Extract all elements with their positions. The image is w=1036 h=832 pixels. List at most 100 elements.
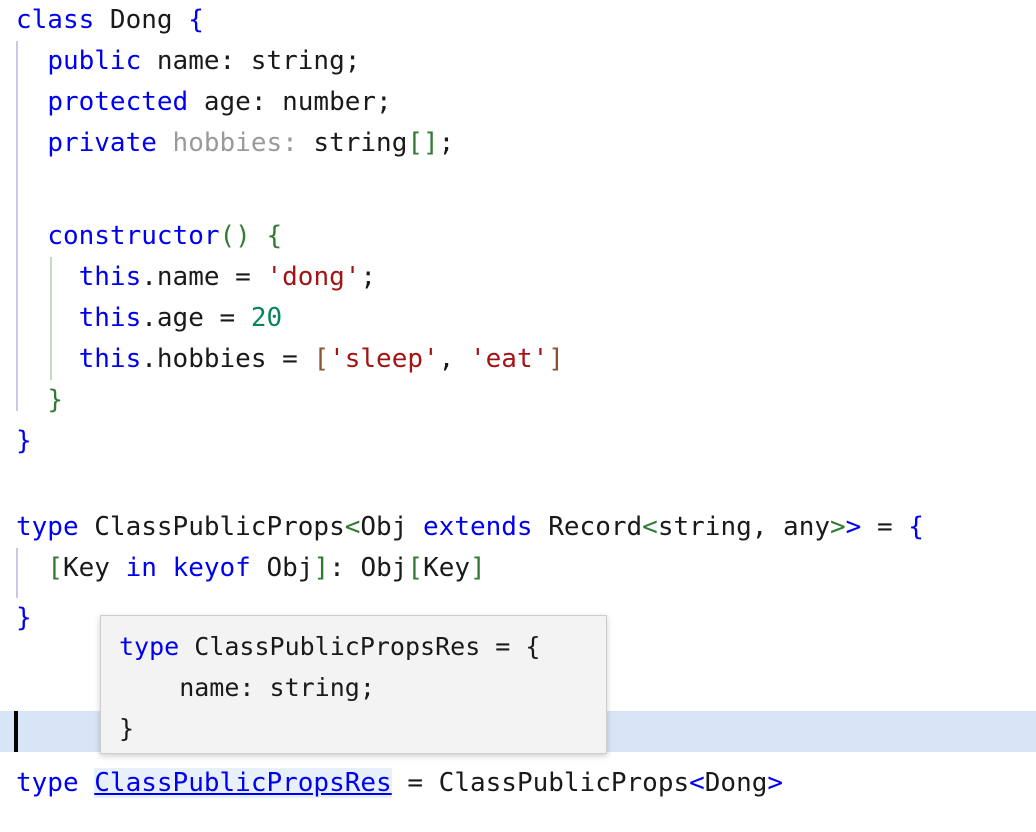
- string-eat: 'eat': [469, 344, 549, 374]
- comma: ,: [438, 344, 470, 374]
- keyword-protected: protected: [47, 87, 189, 117]
- brace-close-constructor: }: [47, 385, 63, 415]
- keyword-private: private: [47, 128, 157, 158]
- generic-open-outer: <: [344, 512, 361, 542]
- indent-guide-constructor-body: [50, 257, 52, 380]
- tooltip-line-2: name: string;: [119, 673, 375, 702]
- tooltip-type-declaration: ClassPublicPropsRes = {: [179, 632, 541, 661]
- brace-open-constructor: {: [266, 221, 283, 251]
- indent-guide-type-body: [16, 548, 18, 598]
- keyword-keyof: keyof: [172, 553, 251, 583]
- mapped-key: Key: [62, 553, 126, 583]
- brace-close-type: }: [16, 603, 32, 633]
- code-line-13[interactable]: type ClassPublicProps<Obj extends Record…: [0, 507, 1036, 548]
- keyword-extends: extends: [423, 512, 533, 542]
- code-line-11[interactable]: }: [0, 421, 1036, 462]
- code-line-12-blank[interactable]: [0, 462, 1036, 503]
- code-line-9[interactable]: this.hobbies = ['sleep', 'eat']: [0, 339, 1036, 380]
- generic-argument-dong: Dong: [704, 768, 768, 798]
- code-line-18[interactable]: type ClassPublicPropsRes = ClassPublicPr…: [0, 763, 1036, 804]
- type-hover-tooltip: type ClassPublicPropsRes = { name: strin…: [100, 615, 607, 754]
- keyword-type: type: [16, 768, 79, 798]
- code-line-8[interactable]: this.age = 20: [0, 298, 1036, 339]
- index-close-bracket: ]: [470, 553, 486, 583]
- record-type-args: string, any: [657, 512, 831, 542]
- semicolon: ;: [360, 262, 377, 292]
- keyword-in: in: [125, 553, 157, 583]
- keyword-class: class: [16, 5, 95, 35]
- equals: =: [861, 512, 909, 542]
- brace-open-class: {: [188, 5, 204, 35]
- member-age-declaration: age: number;: [188, 87, 392, 117]
- mapped-type-close-bracket: ]: [313, 553, 330, 583]
- code-line-5-blank[interactable]: [0, 164, 1036, 205]
- code-line-14[interactable]: [Key in keyof Obj]: Obj[Key]: [0, 548, 1036, 589]
- type-alias-name: ClassPublicProps: [78, 512, 345, 542]
- index-open-bracket: [: [407, 553, 424, 583]
- code-line-2[interactable]: public name: string;: [0, 41, 1036, 82]
- assignment-hobbies: .hobbies =: [141, 344, 314, 374]
- string-sleep: 'sleep': [329, 344, 439, 374]
- obj-reference: Obj: [250, 553, 314, 583]
- constructor-name: constructor: [47, 221, 220, 251]
- class-name: Dong: [94, 5, 189, 35]
- tooltip-keyword-type: type: [119, 632, 180, 661]
- keyword-public: public: [47, 46, 142, 76]
- number-20: 20: [250, 303, 283, 333]
- mapped-type-open-bracket: [: [47, 553, 63, 583]
- string-dong: 'dong': [266, 262, 361, 292]
- generic-type-name: ClassPublicProps: [438, 768, 690, 798]
- code-line-7[interactable]: this.name = 'dong';: [0, 257, 1036, 298]
- tooltip-line-1: type ClassPublicPropsRes = {: [119, 626, 588, 667]
- code-editor[interactable]: class Dong { public name: string; protec…: [0, 0, 1036, 832]
- assignment-age: .age =: [141, 303, 251, 333]
- code-line-4[interactable]: private hobbies: string[];: [0, 123, 1036, 164]
- generic-close-outer: >: [845, 512, 862, 542]
- index-key: Key: [423, 553, 471, 583]
- colon: :: [329, 553, 361, 583]
- tooltip-line-3: }: [119, 714, 135, 743]
- indent-guide-class-body: [16, 41, 18, 411]
- array-close-bracket: ]: [548, 344, 564, 374]
- keyword-this: this: [78, 262, 142, 292]
- assignment-name: .name =: [141, 262, 267, 292]
- brace-close-class: }: [16, 426, 32, 456]
- code-line-3[interactable]: protected age: number;: [0, 82, 1036, 123]
- keyword-this: this: [78, 303, 142, 333]
- code-line-6[interactable]: constructor() {: [0, 216, 1036, 257]
- obj-indexed: Obj: [360, 553, 408, 583]
- unused-member-hobbies: hobbies:: [172, 128, 298, 158]
- code-line-1[interactable]: class Dong {: [0, 0, 1036, 41]
- type-reference-link[interactable]: ClassPublicPropsRes: [94, 768, 392, 798]
- semicolon: ;: [438, 128, 455, 158]
- array-brackets: []: [407, 128, 439, 158]
- equals: =: [391, 768, 439, 798]
- array-open-bracket: [: [313, 344, 330, 374]
- type-record: Record: [532, 512, 643, 542]
- generic-close-inner: >: [830, 512, 846, 542]
- keyword-this: this: [78, 344, 142, 374]
- brace-open-type: {: [908, 512, 924, 542]
- constructor-parens: (): [219, 221, 251, 251]
- member-name-declaration: name: string;: [141, 46, 361, 76]
- generic-open-inner: <: [642, 512, 658, 542]
- generic-close: >: [767, 768, 784, 798]
- generic-open: <: [689, 768, 705, 798]
- code-line-10[interactable]: }: [0, 380, 1036, 421]
- type-string: string: [297, 128, 408, 158]
- keyword-type: type: [16, 512, 79, 542]
- generic-param-obj: Obj: [360, 512, 424, 542]
